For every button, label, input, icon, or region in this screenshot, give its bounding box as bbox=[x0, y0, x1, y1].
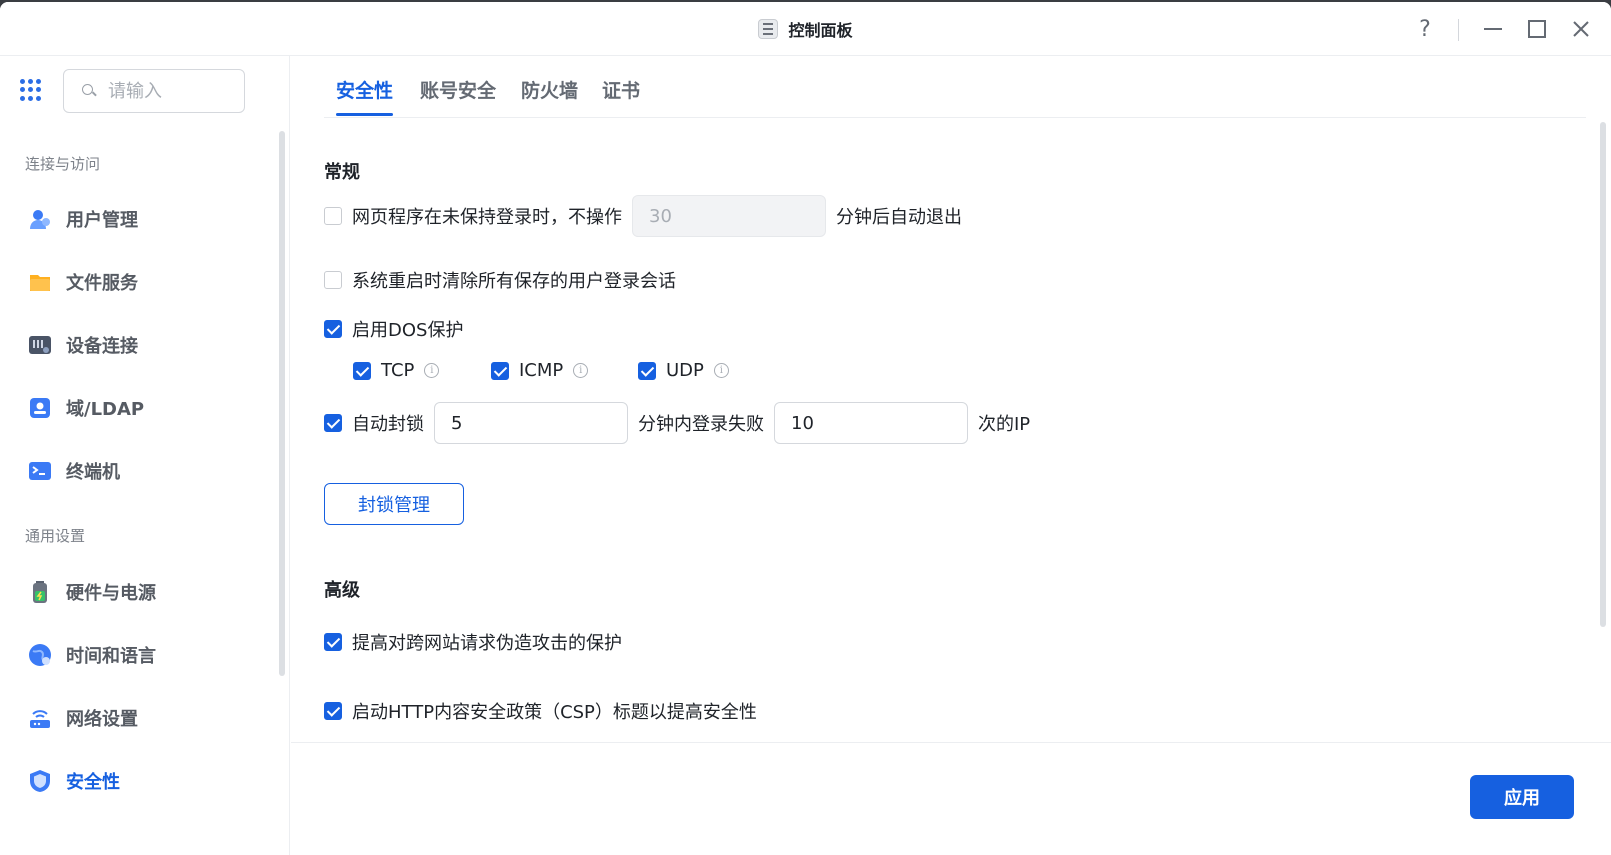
sidebar-item-file-services[interactable]: 文件服务 bbox=[28, 266, 138, 298]
device-icon bbox=[28, 333, 52, 357]
auto-block-checkbox[interactable] bbox=[324, 414, 342, 432]
csp-checkbox[interactable] bbox=[324, 702, 342, 720]
sidebar-item-time-language[interactable]: 时间和语言 bbox=[28, 639, 156, 671]
sidebar-item-users[interactable]: 用户管理 bbox=[28, 203, 138, 235]
battery-icon bbox=[28, 580, 52, 604]
close-button[interactable] bbox=[1566, 14, 1596, 44]
tab-security[interactable]: 安全性 bbox=[324, 76, 405, 118]
titlebar-divider bbox=[1458, 19, 1459, 41]
section-title-advanced: 高级 bbox=[324, 580, 360, 601]
apply-button[interactable]: 应用 bbox=[1470, 775, 1574, 819]
tcp-checkbox[interactable] bbox=[353, 361, 371, 380]
main-content: 安全性 账号安全 防火墙 证书 常规 网页程序在未保持登录时，不操作 分钟后自动… bbox=[291, 56, 1611, 742]
tab-account-security[interactable]: 账号安全 bbox=[408, 76, 508, 118]
udp-info-icon[interactable]: i bbox=[713, 363, 729, 378]
folder-icon bbox=[28, 270, 52, 294]
apps-grid-icon[interactable] bbox=[20, 79, 42, 101]
search-box[interactable] bbox=[63, 69, 245, 113]
group-label-connection: 连接与访问 bbox=[25, 155, 101, 173]
clear-sessions-row: 系统重启时清除所有保存的用户登录会话 bbox=[324, 267, 676, 293]
timeout-row: 网页程序在未保持登录时，不操作 分钟后自动退出 bbox=[324, 195, 962, 237]
tab-firewall[interactable]: 防火墙 bbox=[509, 76, 590, 118]
search-icon bbox=[82, 84, 96, 98]
dos-protection-row: 启用DOS保护 bbox=[324, 316, 463, 342]
users-icon bbox=[28, 207, 52, 231]
title-bar: 控制面板 ? bbox=[0, 2, 1611, 56]
sidebar-scrollbar[interactable] bbox=[279, 131, 285, 676]
content-scrollbar[interactable] bbox=[1600, 122, 1606, 627]
icmp-info-icon[interactable]: i bbox=[573, 363, 589, 378]
sidebar-item-security[interactable]: 安全性 bbox=[28, 765, 120, 797]
terminal-icon bbox=[28, 459, 52, 483]
globe-icon bbox=[28, 643, 52, 667]
help-icon: ? bbox=[1419, 16, 1431, 42]
search-input[interactable] bbox=[108, 80, 228, 102]
sidebar: 连接与访问 用户管理 文件服务 设备连接 域/LDAP bbox=[0, 56, 290, 855]
dos-icmp-row: ICMP i bbox=[491, 360, 589, 381]
control-panel-window: 控制面板 ? 连接与访问 用户管理 bbox=[0, 2, 1611, 855]
ldap-icon bbox=[28, 396, 52, 420]
help-button[interactable]: ? bbox=[1410, 14, 1440, 44]
minimize-button[interactable] bbox=[1478, 14, 1508, 44]
block-management-button[interactable]: 封锁管理 bbox=[324, 483, 464, 525]
window-title: 控制面板 bbox=[788, 21, 853, 40]
block-minutes-input[interactable] bbox=[434, 402, 628, 444]
dos-protection-checkbox[interactable] bbox=[324, 320, 342, 338]
timeout-checkbox[interactable] bbox=[324, 207, 342, 225]
sidebar-item-ldap[interactable]: 域/LDAP bbox=[28, 392, 144, 424]
auto-block-row: 自动封锁 分钟内登录失败 次的IP bbox=[324, 402, 1030, 444]
csrf-checkbox[interactable] bbox=[324, 633, 342, 651]
section-title-general: 常规 bbox=[324, 162, 360, 183]
tab-bar: 安全性 账号安全 防火墙 证书 bbox=[324, 56, 1586, 118]
sidebar-item-terminal[interactable]: 终端机 bbox=[28, 455, 120, 487]
csp-row: 启动HTTP内容安全政策（CSP）标题以提高安全性 bbox=[324, 698, 757, 724]
block-attempts-input[interactable] bbox=[774, 402, 968, 444]
dos-tcp-row: TCP i bbox=[353, 360, 440, 381]
tab-certificate[interactable]: 证书 bbox=[590, 76, 652, 118]
minimize-icon bbox=[1484, 28, 1502, 30]
sidebar-item-network[interactable]: 网络设置 bbox=[28, 702, 138, 734]
group-label-general: 通用设置 bbox=[25, 527, 86, 545]
clear-sessions-checkbox[interactable] bbox=[324, 271, 342, 289]
timeout-minutes-input bbox=[632, 195, 826, 237]
footer-bar: 应用 bbox=[291, 742, 1611, 855]
csrf-row: 提高对跨网站请求伪造攻击的保护 bbox=[324, 629, 622, 655]
tcp-info-icon[interactable]: i bbox=[424, 363, 440, 378]
maximize-icon bbox=[1528, 20, 1546, 38]
sidebar-item-device-connection[interactable]: 设备连接 bbox=[28, 329, 138, 361]
sidebar-item-hardware-power[interactable]: 硬件与电源 bbox=[28, 576, 156, 608]
maximize-button[interactable] bbox=[1522, 14, 1552, 44]
shield-icon bbox=[28, 769, 52, 793]
icmp-checkbox[interactable] bbox=[491, 361, 509, 380]
router-icon bbox=[28, 706, 52, 730]
control-panel-icon bbox=[758, 19, 779, 39]
udp-checkbox[interactable] bbox=[638, 361, 656, 380]
close-icon bbox=[1573, 21, 1589, 37]
dos-udp-row: UDP i bbox=[638, 360, 729, 381]
